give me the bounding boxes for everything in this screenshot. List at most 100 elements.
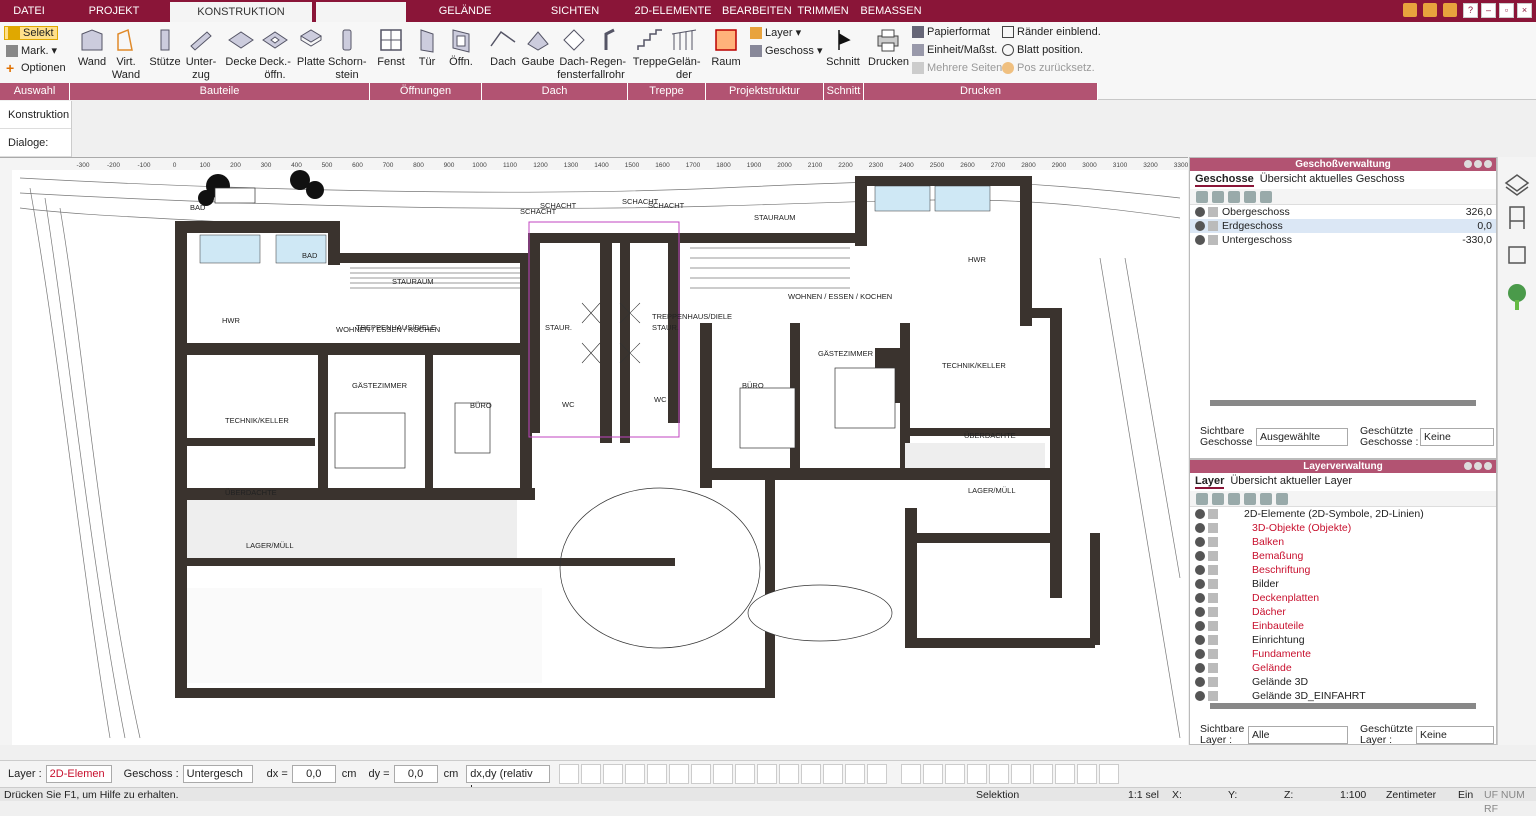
- geschoss-dropdown[interactable]: Geschoss ▾: [750, 44, 823, 57]
- snap-icon[interactable]: [559, 764, 580, 784]
- expand-icon[interactable]: [1508, 246, 1526, 264]
- help-button[interactable]: ?: [1463, 3, 1478, 18]
- papierformat-button[interactable]: Papierformat: [912, 26, 990, 38]
- raender-button[interactable]: Ränder einblend.: [1002, 26, 1101, 38]
- coordinate-mode-select[interactable]: dx,dy (relativ ka: [466, 765, 551, 796]
- tab-konstruktion[interactable]: KONSTRUKTION: [170, 2, 312, 22]
- minimize-button[interactable]: –: [1481, 3, 1496, 18]
- frame-icon[interactable]: [713, 764, 734, 784]
- geschoss-scrollbar[interactable]: [1210, 400, 1476, 406]
- chair-icon[interactable]: [1509, 206, 1525, 229]
- layer-row[interactable]: Gelände 3D_EINFAHRT: [1190, 689, 1496, 703]
- oeffnung-button[interactable]: Öffn.: [444, 26, 478, 69]
- lock-icon[interactable]: [1208, 537, 1218, 547]
- wand-button[interactable]: Wand: [76, 26, 108, 69]
- layer-select[interactable]: 2D-Elemen: [45, 765, 112, 783]
- point-snap-icon[interactable]: [967, 764, 988, 784]
- layers-panel-icon[interactable]: [1504, 174, 1530, 196]
- layer-row[interactable]: 2D-Elemente (2D-Symbole, 2D-Linien): [1190, 507, 1496, 521]
- eye-icon[interactable]: [1195, 579, 1205, 589]
- sichtbare-geschosse-select[interactable]: Ausgewählte: [1256, 428, 1348, 446]
- restore-button[interactable]: ▫: [1499, 3, 1514, 18]
- eye-icon[interactable]: [1195, 677, 1205, 687]
- layer-delete-icon[interactable]: [1260, 492, 1272, 505]
- tuer-button[interactable]: Tür: [410, 26, 444, 69]
- fill-icon[interactable]: [581, 764, 602, 784]
- tab-sichten[interactable]: SICHTEN: [530, 0, 620, 22]
- eye-icon[interactable]: [1195, 663, 1205, 673]
- eye-icon[interactable]: [1195, 691, 1205, 701]
- folder-icon[interactable]: [1423, 3, 1437, 17]
- tab-uebersicht-layer[interactable]: Übersicht aktueller Layer: [1230, 475, 1352, 489]
- layer-color-icon[interactable]: [1276, 492, 1288, 505]
- tab-2d-elemente[interactable]: 2D-ELEMENTE: [630, 0, 716, 22]
- tab-projekt[interactable]: PROJEKT: [60, 0, 168, 22]
- geschuetzte-layer-select[interactable]: Keine: [1416, 726, 1494, 744]
- lock-icon[interactable]: [1208, 635, 1218, 645]
- tab-bearbeiten[interactable]: BEARBEITEN: [722, 0, 792, 22]
- floor-delete-icon[interactable]: [1228, 190, 1240, 203]
- lock-icon[interactable]: [1208, 621, 1218, 631]
- eye-icon[interactable]: [1195, 551, 1205, 561]
- mehrere-seiten-button[interactable]: Mehrere Seiten: [912, 62, 1002, 74]
- dock-icon[interactable]: [1474, 160, 1482, 168]
- stuetze-button[interactable]: Stütze: [148, 26, 182, 69]
- layer-row[interactable]: Einbauteile: [1190, 619, 1496, 633]
- drawing-canvas[interactable]: -300 -200 -100 0 100 200 300 400 500 600 700 800 900…: [0, 157, 1188, 745]
- nav-konstruktion[interactable]: Konstruktion: [0, 101, 71, 129]
- dashed-lines-icon[interactable]: [625, 764, 646, 784]
- layer-tool-icon[interactable]: [845, 764, 866, 784]
- raum-button[interactable]: Raum: [708, 26, 744, 69]
- geschoss-row[interactable]: Untergeschoss -330,0: [1190, 233, 1496, 247]
- lock-icon[interactable]: [1208, 235, 1218, 245]
- schnitt-button[interactable]: Schnitt: [826, 26, 860, 69]
- save-icon[interactable]: [1443, 3, 1457, 17]
- tree-icon[interactable]: [1508, 284, 1526, 310]
- lines-icon[interactable]: [603, 764, 624, 784]
- tab-layer[interactable]: Layer: [1195, 475, 1225, 489]
- einheit-button[interactable]: Einheit/Maßst.: [912, 44, 997, 56]
- deckenoeffnung-button[interactable]: Deck.- öffn.: [258, 26, 292, 82]
- eye-icon[interactable]: [1195, 221, 1205, 231]
- dock-icon[interactable]: [1474, 462, 1482, 470]
- pin-icon[interactable]: [1464, 462, 1472, 470]
- sichtbare-layer-select[interactable]: Alle: [1248, 726, 1348, 744]
- layer-row[interactable]: Balken: [1190, 535, 1496, 549]
- tab-uebersicht-geschoss[interactable]: Übersicht aktuelles Geschoss: [1260, 173, 1405, 187]
- wrench-icon[interactable]: [1403, 3, 1417, 17]
- lock-icon[interactable]: [1208, 691, 1218, 701]
- layer-visible-icon[interactable]: [1196, 492, 1208, 505]
- cursor-snap-icon[interactable]: [1099, 764, 1120, 784]
- paste-icon[interactable]: [779, 764, 800, 784]
- ortho-icon[interactable]: [1077, 764, 1098, 784]
- close-button[interactable]: ×: [1517, 3, 1532, 18]
- layer-row[interactable]: Gelände 3D: [1190, 675, 1496, 689]
- gaube-button[interactable]: Gaube: [520, 26, 556, 69]
- tab-blank[interactable]: [316, 2, 406, 22]
- eye-icon[interactable]: [1195, 509, 1205, 519]
- lock-icon[interactable]: [1208, 607, 1218, 617]
- eye-icon[interactable]: [1195, 523, 1205, 533]
- regenfallrohr-button[interactable]: Regen- fallrohr: [590, 26, 626, 82]
- raster-icon[interactable]: [1055, 764, 1076, 784]
- optionen-button[interactable]: + Optionen: [6, 61, 66, 75]
- geschoss-row[interactable]: Erdgeschoss 0,0: [1190, 219, 1496, 233]
- layer-row[interactable]: Einrichtung: [1190, 633, 1496, 647]
- eye-icon[interactable]: [1195, 537, 1205, 547]
- dy-input[interactable]: 0,0: [393, 765, 438, 783]
- copy-icon[interactable]: [757, 764, 778, 784]
- eye-icon[interactable]: [1195, 235, 1205, 245]
- decke-button[interactable]: Decke: [224, 26, 258, 69]
- tab-geschosse[interactable]: Geschosse: [1195, 173, 1254, 187]
- corner-snap-icon[interactable]: [989, 764, 1010, 784]
- lock-icon[interactable]: [1208, 207, 1218, 217]
- pos-zuruecksetzen-button[interactable]: Pos zurücksetz.: [1002, 62, 1095, 74]
- layer-row[interactable]: Fundamente: [1190, 647, 1496, 661]
- virt-wand-button[interactable]: Virt. Wand: [110, 26, 142, 82]
- eye-icon[interactable]: [1195, 207, 1205, 217]
- dx-input[interactable]: 0,0: [291, 765, 336, 783]
- geschuetzte-geschosse-select[interactable]: Keine: [1420, 428, 1494, 446]
- layer-row[interactable]: 3D-Objekte (Objekte): [1190, 521, 1496, 535]
- text-icon[interactable]: [669, 764, 690, 784]
- geschoss-select[interactable]: Untergesch: [182, 765, 253, 783]
